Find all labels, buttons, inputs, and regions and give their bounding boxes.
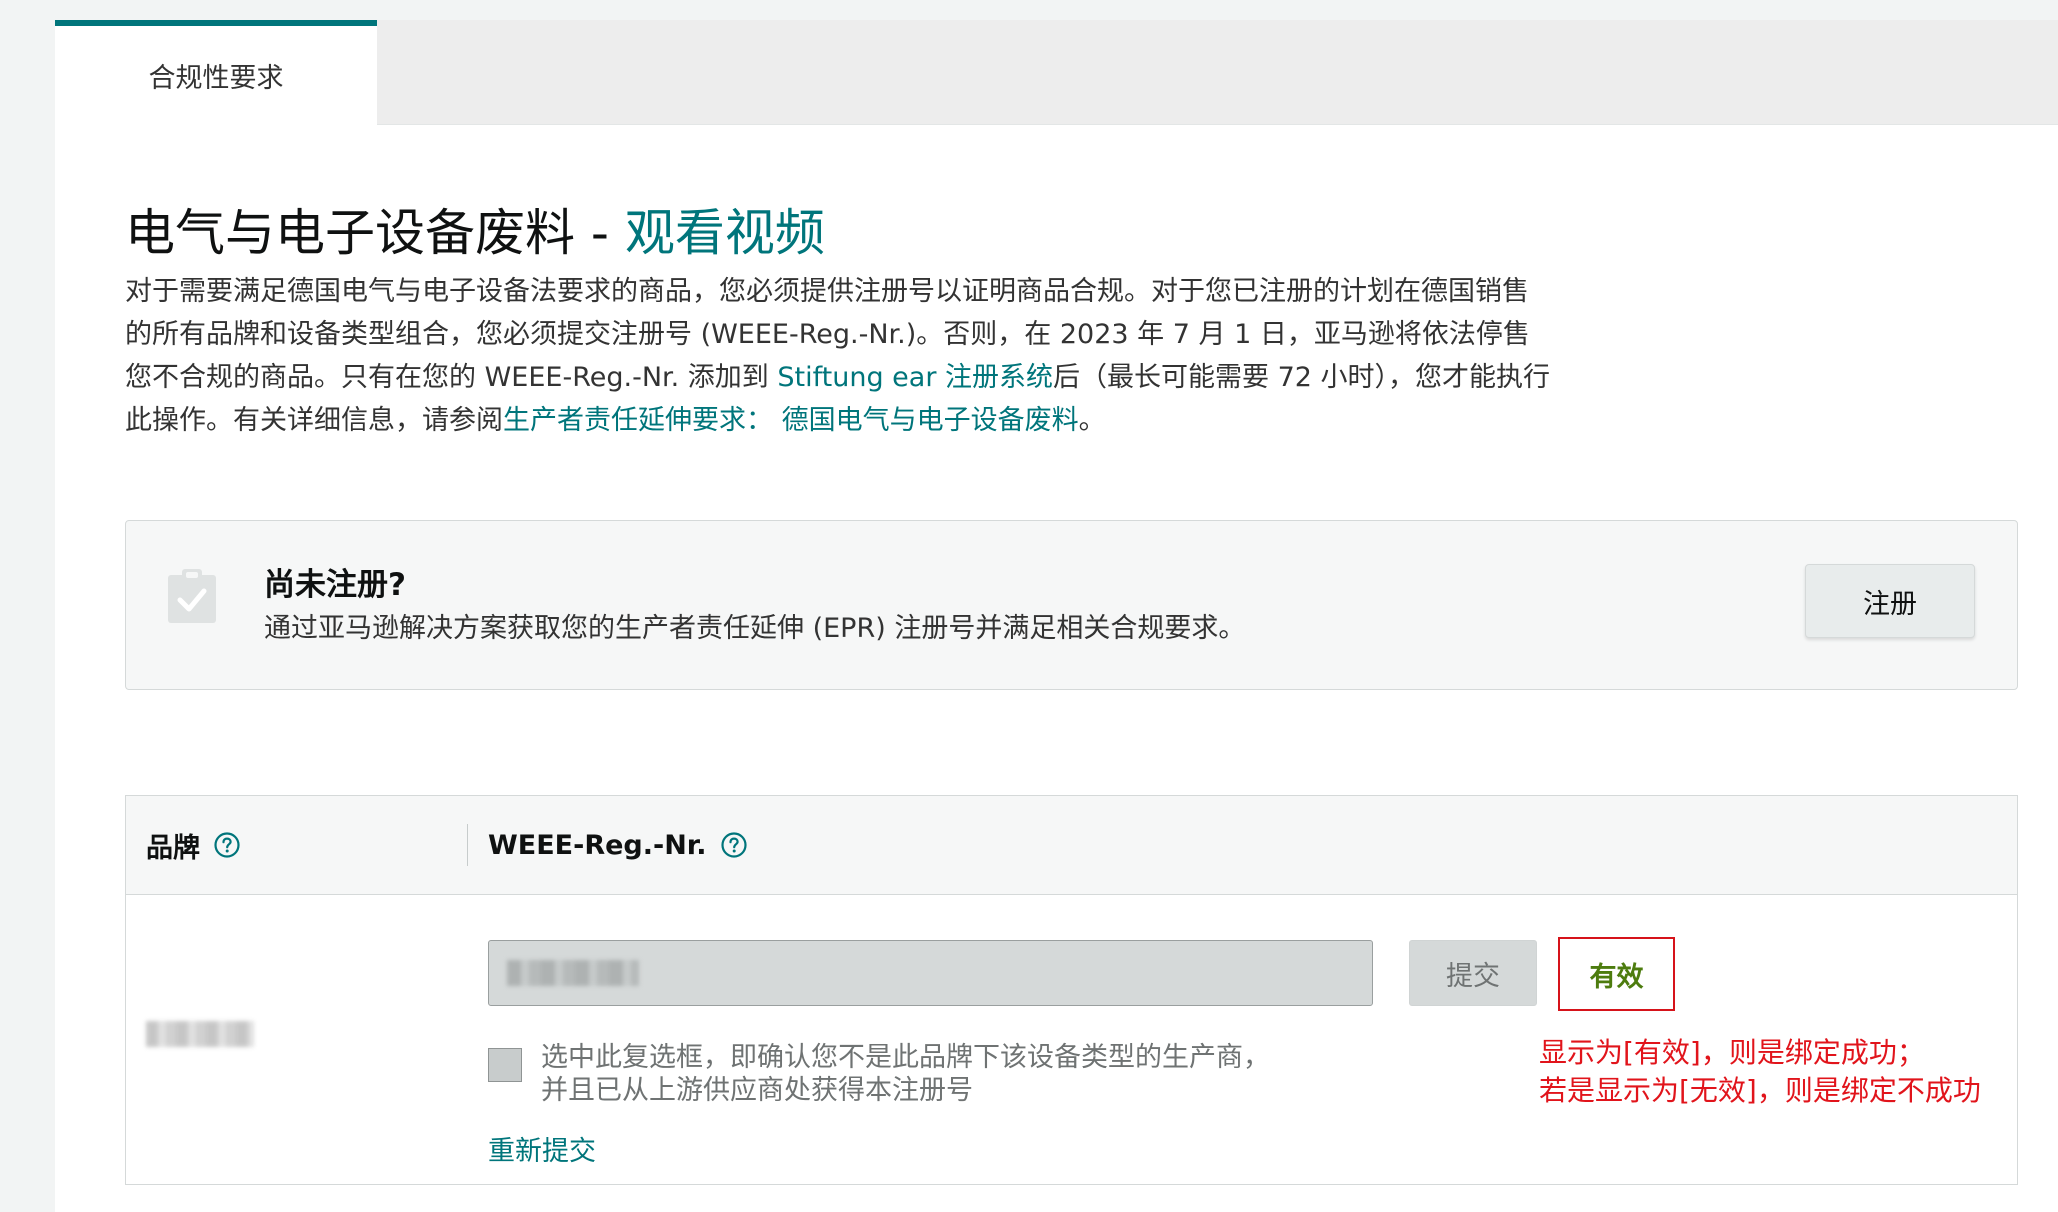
description-part3: 。 — [1078, 405, 1106, 436]
weee-help-icon[interactable] — [720, 832, 747, 858]
section-description: 对于需要满足德国电气与电子设备法要求的商品，您必须提供注册号以证明商品合规。对于… — [125, 270, 1555, 442]
weee-reg-number-input[interactable] — [488, 940, 1373, 1006]
brand-column-header: 品牌 — [146, 796, 240, 894]
page-title-text: 电气与电子设备废料 - — [125, 204, 625, 262]
checkbox-label-line-2: 并且已从上游供应商处获得本注册号 — [541, 1075, 973, 1106]
page-container: 合规性要求 电气与电子设备废料 - 观看视频 对于需要满足德国电气与电子设备法要… — [55, 20, 2058, 1212]
checkbox-label: 选中此复选框，即确认您不是此品牌下该设备类型的生产商， 并且已从上游供应商处获得… — [541, 1041, 1270, 1107]
binding-annotation: 显示为[有效]，则是绑定成功； 若是显示为[无效]，则是绑定不成功 — [1539, 1034, 1981, 1110]
brand-help-icon[interactable] — [214, 832, 240, 858]
notice-title: 尚未注册? — [264, 567, 406, 603]
notice-text: 通过亚马逊解决方案获取您的生产者责任延伸 (EPR) 注册号并满足相关合规要求。 — [264, 613, 1246, 644]
clipboard-check-icon — [168, 569, 216, 623]
tab-bar: 合规性要求 — [55, 20, 2058, 125]
weee-column-header: WEEE-Reg.-Nr. — [488, 796, 747, 894]
not-registered-notice: 尚未注册? 通过亚马逊解决方案获取您的生产者责任延伸 (EPR) 注册号并满足相… — [125, 520, 2018, 690]
tab-compliance[interactable]: 合规性要求 — [55, 20, 377, 125]
epr-requirements-link[interactable]: 生产者责任延伸要求： 德国电气与电子设备废料 — [503, 405, 1079, 436]
submit-button[interactable]: 提交 — [1409, 940, 1537, 1006]
annotation-line-1: 显示为[有效]，则是绑定成功； — [1539, 1036, 1925, 1069]
brand-name-redacted — [146, 1021, 254, 1047]
tab-compliance-label: 合规性要求 — [148, 63, 284, 94]
resubmit-link[interactable]: 重新提交 — [488, 1129, 596, 1168]
header-divider — [467, 824, 468, 866]
stiftung-ear-link[interactable]: Stiftung ear 注册系统 — [777, 362, 1053, 393]
weee-header-label: WEEE-Reg.-Nr. — [488, 829, 707, 861]
annotation-line-2: 若是显示为[无效]，则是绑定不成功 — [1539, 1074, 1981, 1107]
reg-number-redacted — [507, 960, 639, 986]
checkbox-label-line-1: 选中此复选框，即确认您不是此品牌下该设备类型的生产商， — [541, 1042, 1270, 1073]
table-header: 品牌 WEEE-Reg.-Nr. — [126, 796, 2017, 895]
status-badge: 有效 — [1558, 937, 1675, 1011]
page-title: 电气与电子设备废料 - 观看视频 — [125, 193, 825, 265]
watch-video-link[interactable]: 观看视频 — [625, 204, 825, 262]
register-button[interactable]: 注册 — [1805, 564, 1975, 638]
weee-registration-table: 品牌 WEEE-Reg.-Nr. 提交 有效 显示为[有效]，则是绑定成功； 若… — [125, 795, 2018, 1185]
not-producer-checkbox[interactable] — [488, 1048, 522, 1082]
brand-header-label: 品牌 — [146, 832, 200, 864]
